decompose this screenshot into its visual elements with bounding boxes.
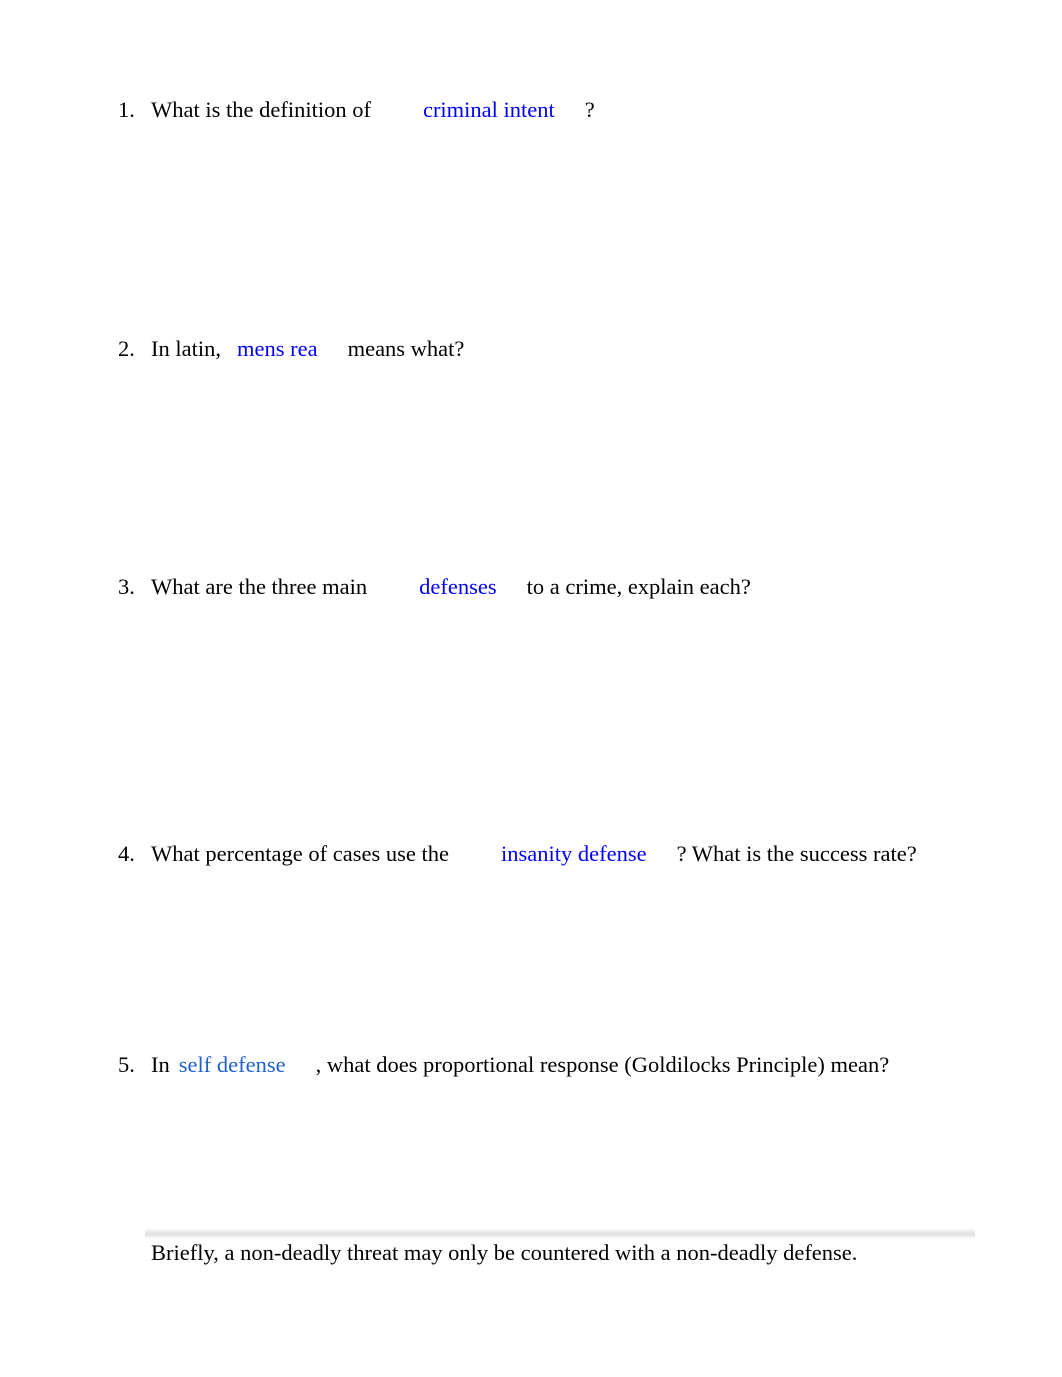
question-text-before: What is the definition of xyxy=(151,97,371,122)
list-item: 3. What are the three main defenses to a cr… xyxy=(118,574,1048,601)
term-criminal-intent: criminal intent xyxy=(422,97,555,122)
question-text-before: In latin, xyxy=(151,336,221,361)
list-item: 5. In self defense , what does proportional… xyxy=(118,1052,1048,1079)
question-text-before: What are the three main xyxy=(151,574,368,599)
list-item: 1. What is the definition of criminal inte… xyxy=(118,97,1048,124)
answer-text: Briefly, a non-deadly threat may only be… xyxy=(151,1240,858,1265)
question-number: 1. xyxy=(118,97,135,122)
question-text-before: In xyxy=(151,1052,170,1077)
term-mens-rea: mens rea xyxy=(236,336,318,361)
term-self-defense: self defense xyxy=(178,1052,286,1077)
question-number: 4. xyxy=(118,841,135,866)
question-number: 3. xyxy=(118,574,135,599)
question-text-after: ? What is the success rate? xyxy=(676,841,917,866)
term-defenses: defenses xyxy=(419,574,497,599)
term-insanity-defense: insanity defense xyxy=(500,841,647,866)
question-text-after: to a crime, explain each? xyxy=(526,574,751,599)
question-text-after: , what does proportional response (Goldi… xyxy=(315,1052,890,1077)
document-page: 1. What is the definition of criminal inte… xyxy=(0,0,1062,1377)
question-text-after: ? xyxy=(584,97,595,122)
question-number: 5. xyxy=(118,1052,135,1077)
list-item: 2. In latin, mens rea means what? xyxy=(118,336,1048,363)
list-item: 4. What percentage of cases use the insani… xyxy=(118,841,1048,868)
question-text-before: What percentage of cases use the xyxy=(151,841,449,866)
question-text-after: means what? xyxy=(347,336,465,361)
question-number: 2. xyxy=(118,336,135,361)
page-break-shadow xyxy=(145,1228,975,1239)
